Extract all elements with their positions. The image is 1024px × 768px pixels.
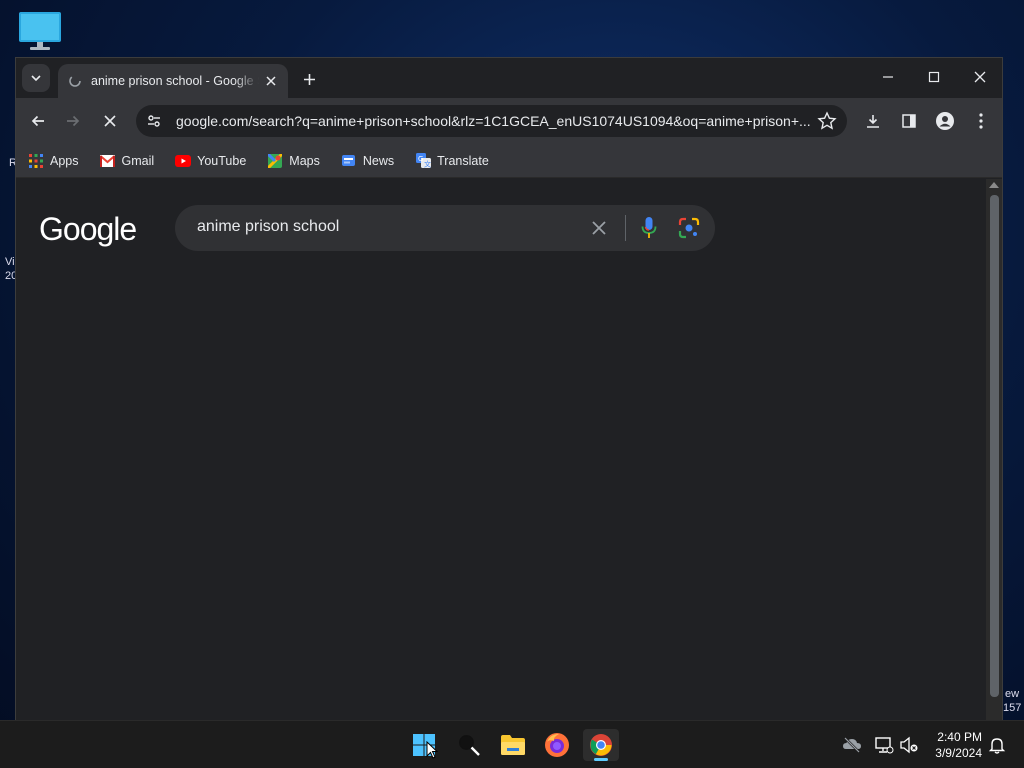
clock-time: 2:40 PM <box>937 730 982 744</box>
bookmark-label: Apps <box>50 153 79 168</box>
desktop-edge-text: ew <box>1005 688 1020 700</box>
microphone-icon[interactable] <box>639 216 659 240</box>
avatar-icon <box>936 112 954 130</box>
active-app-indicator <box>594 758 608 761</box>
bookmark-apps[interactable]: Apps <box>28 153 79 169</box>
folder-icon <box>501 735 525 755</box>
tune-icon <box>148 115 160 127</box>
bookmark-label: Maps <box>289 153 320 168</box>
address-bar[interactable]: google.com/search?q=anime+prison+school&… <box>136 105 847 137</box>
tab-title: anime prison school - Google Search <box>91 74 259 88</box>
mouse-cursor-icon <box>426 741 438 759</box>
notification-bell-icon[interactable] <box>987 735 1007 755</box>
tab-search-button[interactable] <box>22 64 50 92</box>
clear-icon[interactable] <box>589 218 609 238</box>
chrome-icon <box>590 734 612 756</box>
network-icon[interactable] <box>874 735 894 755</box>
maximize-button[interactable] <box>916 64 952 90</box>
desktop-edge-text: Vi <box>5 256 15 268</box>
close-window-button[interactable] <box>962 64 998 90</box>
bookmark-label: Translate <box>437 153 489 168</box>
chevron-down-icon <box>31 75 41 82</box>
close-icon <box>266 76 276 86</box>
tab-active[interactable]: anime prison school - Google Search <box>58 64 288 98</box>
plus-icon <box>303 73 315 85</box>
bookmark-youtube[interactable]: YouTube <box>175 153 246 169</box>
toolbar: google.com/search?q=anime+prison+school&… <box>16 98 1002 144</box>
tab-strip: anime prison school - Google Search <box>16 58 1002 98</box>
side-panel-button[interactable] <box>895 107 923 135</box>
news-icon <box>341 153 357 169</box>
minimize-button[interactable] <box>870 64 906 90</box>
download-icon <box>867 115 879 128</box>
svg-text:文: 文 <box>424 160 431 169</box>
page-content: Google anime prison school <box>16 179 987 720</box>
new-tab-button[interactable] <box>298 68 320 90</box>
taskbar-file-explorer[interactable] <box>495 729 531 761</box>
gmail-icon <box>100 153 116 169</box>
bookmark-star-icon[interactable] <box>817 111 837 131</box>
google-search-box[interactable]: anime prison school <box>175 205 715 251</box>
taskbar-search-button[interactable] <box>451 729 487 761</box>
search-icon <box>459 735 480 756</box>
search-divider <box>625 215 626 241</box>
google-logo[interactable]: Google <box>39 211 137 248</box>
chrome-menu-button[interactable] <box>967 107 995 135</box>
minimize-icon <box>883 76 893 78</box>
tab-close-button[interactable] <box>262 72 280 90</box>
bookmark-news[interactable]: News <box>341 153 394 169</box>
bookmark-gmail[interactable]: Gmail <box>100 153 155 169</box>
maps-icon <box>267 153 283 169</box>
side-panel-icon <box>902 114 916 128</box>
search-input[interactable]: anime prison school <box>197 218 339 236</box>
arrow-right-icon <box>67 115 80 127</box>
this-pc-desktop-icon[interactable] <box>18 11 62 51</box>
translate-icon: G文 <box>415 153 431 169</box>
desktop-edge-text: 157 <box>1003 702 1022 714</box>
stop-loading-button[interactable] <box>96 107 124 135</box>
back-button[interactable] <box>24 107 52 135</box>
taskbar: 2:40 PM 3/9/2024 <box>0 720 1024 768</box>
onedrive-offline-icon[interactable] <box>842 735 862 755</box>
system-clock[interactable]: 2:40 PM 3/9/2024 <box>922 729 982 761</box>
maximize-icon <box>928 71 940 83</box>
more-vertical-icon <box>979 113 983 129</box>
url-text: google.com/search?q=anime+prison+school&… <box>176 113 811 129</box>
scroll-up-arrow[interactable] <box>989 182 999 188</box>
volume-muted-icon[interactable] <box>899 735 919 755</box>
downloads-button[interactable] <box>859 107 887 135</box>
bookmark-label: YouTube <box>197 153 247 168</box>
bookmark-translate[interactable]: G文 Translate <box>415 153 489 169</box>
site-info-button[interactable] <box>140 107 168 135</box>
apps-grid-icon <box>28 153 44 169</box>
google-lens-icon[interactable] <box>678 217 700 239</box>
taskbar-firefox[interactable] <box>539 729 575 761</box>
close-icon <box>974 71 986 83</box>
bookmark-maps[interactable]: Maps <box>267 153 320 169</box>
bookmark-label: Gmail <box>121 153 155 168</box>
start-button[interactable] <box>406 729 442 761</box>
forward-button[interactable] <box>59 107 87 135</box>
page-scrollbar[interactable] <box>986 179 1002 720</box>
profile-button[interactable] <box>931 107 959 135</box>
loading-spinner-icon <box>68 74 82 88</box>
chrome-window: anime prison school - Google Search <box>15 57 1003 720</box>
arrow-left-icon <box>31 115 44 127</box>
clock-date: 3/9/2024 <box>935 746 982 760</box>
bookmarks-bar: Apps Gmail YouTube Maps News G 文 Transla… <box>16 144 1002 178</box>
bookmark-label: News <box>362 153 395 168</box>
firefox-icon <box>545 733 569 757</box>
youtube-icon <box>175 153 192 169</box>
scroll-thumb[interactable] <box>990 195 999 697</box>
close-icon <box>104 115 116 127</box>
svg-text:G: G <box>418 155 423 163</box>
taskbar-chrome[interactable] <box>583 729 619 761</box>
